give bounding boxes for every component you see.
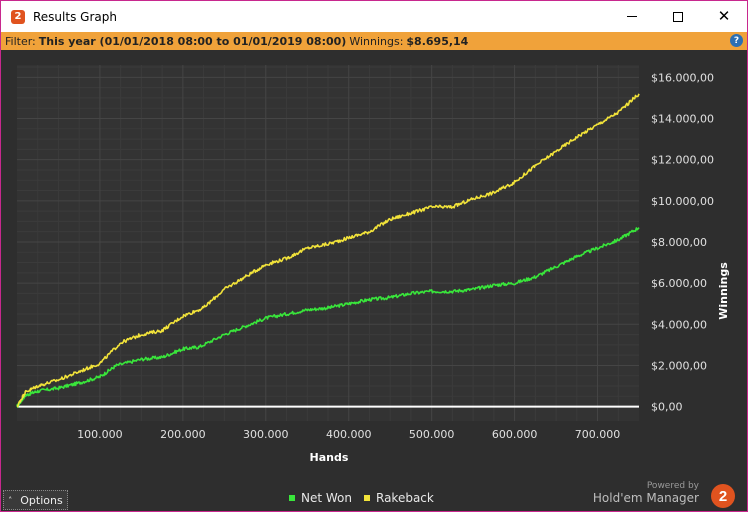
close-button[interactable]: ✕ xyxy=(701,1,747,32)
winnings-value: $8.695,14 xyxy=(406,34,469,48)
y-tick-label: $6.000,00 xyxy=(651,277,707,290)
powered-by-text: Powered by xyxy=(646,481,699,491)
legend-swatch xyxy=(364,495,370,501)
x-axis-label: Hands xyxy=(310,451,349,464)
x-tick-label: 400.000 xyxy=(326,428,372,441)
brand-name: Hold'em Manager xyxy=(592,491,699,505)
legend-item-net-won[interactable]: Net Won xyxy=(289,491,352,505)
legend-label: Net Won xyxy=(301,491,352,505)
results-chart-svg: 100.000 200.000 300.000 400.000 500.000 600.0… xyxy=(16,65,730,464)
chart-legend: Net Won Rakeback xyxy=(289,491,446,505)
maximize-button[interactable] xyxy=(655,1,701,32)
expand-caret-icon: ˄ xyxy=(8,495,13,505)
title-bar[interactable]: 2 Results Graph ✕ xyxy=(1,1,747,32)
branding: Powered by Hold'em Manager 2 xyxy=(593,481,739,509)
legend-label: Rakeback xyxy=(376,491,434,505)
y-tick-label: $0,00 xyxy=(651,401,683,414)
x-tick-label: 200.000 xyxy=(160,428,206,441)
x-tick-label: 100.000 xyxy=(77,428,123,441)
y-tick-label: $4.000,00 xyxy=(651,318,707,331)
y-tick-label: $2.000,00 xyxy=(651,359,707,372)
x-tick-label: 600.000 xyxy=(492,428,538,441)
y-tick-label: $16.000,00 xyxy=(651,71,714,84)
x-tick-label: 700.000 xyxy=(575,428,621,441)
legend-swatch xyxy=(289,495,295,501)
maximize-icon xyxy=(673,11,683,22)
y-tick-label: $14.000,00 xyxy=(651,113,714,126)
minimize-button[interactable] xyxy=(609,1,655,32)
winnings-label: Winnings: xyxy=(349,34,404,48)
x-tick-label: 300.000 xyxy=(243,428,289,441)
y-axis-label: Winnings xyxy=(717,262,730,320)
results-chart: 100.000 200.000 300.000 400.000 500.000 600.0… xyxy=(1,50,747,511)
options-label: Options xyxy=(20,493,63,507)
results-graph-window: 2 Results Graph ✕ Filter: This year (01/… xyxy=(0,0,748,512)
legend-item-rakeback[interactable]: Rakeback xyxy=(364,491,434,505)
y-tick-label: $12.000,00 xyxy=(651,154,714,167)
y-axis-ticks: $0,00 $2.000,00 $4.000,00 $6.000,00 $8.000,0… xyxy=(651,71,714,413)
minimize-icon xyxy=(627,16,637,17)
y-tick-label: $10.000,00 xyxy=(651,195,714,208)
close-icon: ✕ xyxy=(717,7,731,25)
filter-range[interactable]: This year (01/01/2018 08:00 to 01/01/201… xyxy=(39,35,347,48)
x-tick-label: 500.000 xyxy=(409,428,455,441)
help-icon[interactable]: ? xyxy=(730,34,743,47)
filter-bar: Filter: This year (01/01/2018 08:00 to 0… xyxy=(1,32,747,50)
window-title: Results Graph xyxy=(33,9,117,24)
filter-prefix: Filter: xyxy=(5,34,36,48)
holdem-manager-logo-icon: 2 xyxy=(711,484,735,508)
options-button[interactable]: ˄ Options xyxy=(3,490,68,510)
y-tick-label: $8.000,00 xyxy=(651,236,707,249)
x-axis-ticks: 100.000 200.000 300.000 400.000 500.000 600.0… xyxy=(77,428,620,441)
app-logo-icon: 2 xyxy=(11,9,25,24)
